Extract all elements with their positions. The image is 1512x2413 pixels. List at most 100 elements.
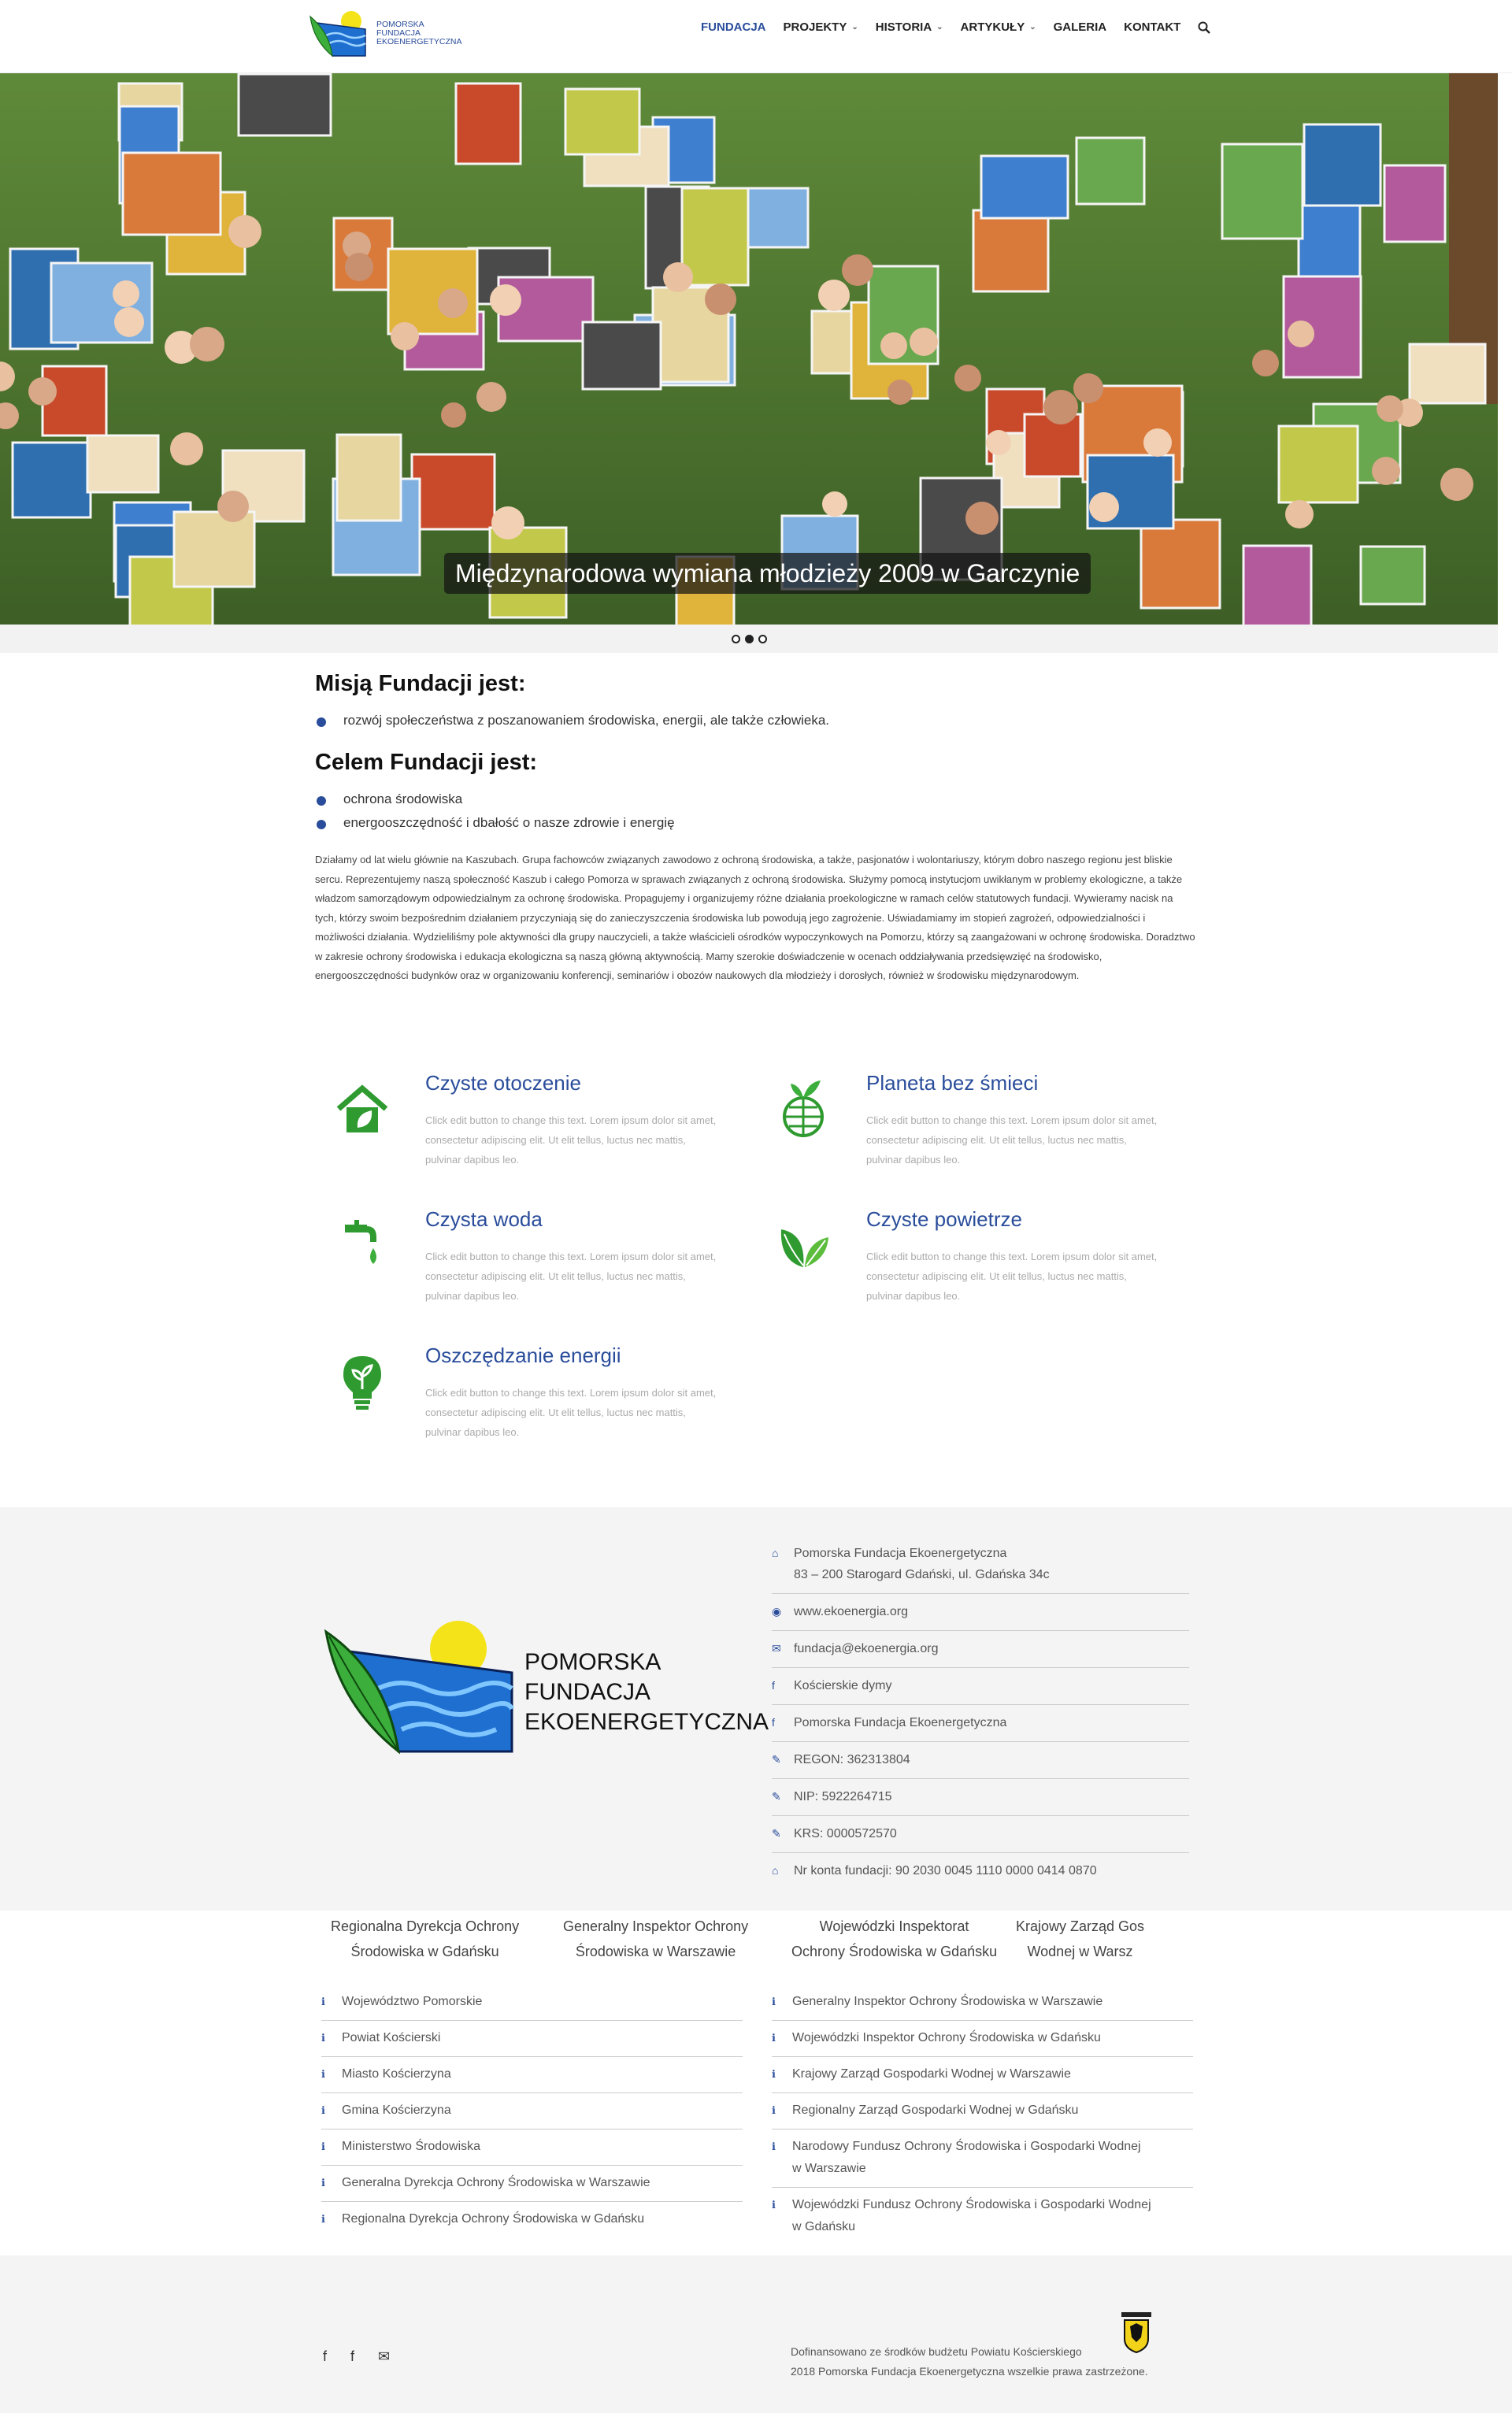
site-header: Pomorska Fundacja Ekoenergetyczna FUNDAC… xyxy=(0,0,1512,73)
contact-row: ⌂ Nr konta fundacji: 90 2030 0045 1110 00… xyxy=(772,1853,1189,1889)
contact-row: ✎ REGON: 362313804 xyxy=(772,1742,1189,1779)
envelope-icon: ✉ xyxy=(772,1642,781,1655)
edit-icon: ✎ xyxy=(772,1790,781,1803)
link-text: Gmina Kościerzyna xyxy=(342,2103,451,2117)
link-item[interactable]: ℹ Regionalny Zarząd Gospodarki Wodnej w G… xyxy=(772,2093,1193,2129)
edit-icon: ✎ xyxy=(772,1827,781,1840)
partner-logo-4[interactable]: Krajowy Zarząd Gos Wodnej w Warsz xyxy=(1016,1914,1144,1961)
info-icon: ℹ xyxy=(772,1996,776,2007)
contact-row[interactable]: f Kościerskie dymy xyxy=(772,1668,1189,1705)
site-logo[interactable]: Pomorska Fundacja Ekoenergetyczna xyxy=(309,5,463,61)
nav-item-kontakt[interactable]: KONTAKT xyxy=(1124,20,1180,34)
partner-logo-3[interactable]: Wojewódzki Inspektorat Ochrony Środowiska… xyxy=(791,1914,997,1961)
edit-icon: ✎ xyxy=(772,1753,781,1766)
link-text: Ministerstwo Środowiska xyxy=(342,2140,481,2153)
eco-house-icon xyxy=(331,1077,394,1140)
nav-item-historia[interactable]: HISTORIA ⌄ xyxy=(876,20,943,34)
info-icon: ℹ xyxy=(321,2177,325,2189)
partner-name-line-1: Regionalna Dyrekcja Ochrony xyxy=(331,1918,520,1934)
copyright-note: 2018 Pomorska Fundacja Ekoenergetyczna w… xyxy=(791,2365,1148,2378)
globe-icon: ◉ xyxy=(772,1605,782,1618)
envelope-icon[interactable]: ✉ xyxy=(378,2348,390,2365)
contact-text: Pomorska Fundacja Ekoenergetyczna 83 – 2… xyxy=(794,1547,1050,1581)
link-item[interactable]: ℹ Krajowy Zarząd Gospodarki Wodnej w Wars… xyxy=(772,2057,1193,2093)
link-item[interactable]: ℹ Regionalna Dyrekcja Ochrony Środowiska … xyxy=(321,2202,743,2237)
partner-name-line-2: Środowiska w Warszawie xyxy=(575,1944,736,1959)
water-tap-icon xyxy=(331,1214,394,1277)
slider-dot-2[interactable] xyxy=(744,634,754,643)
feature-title[interactable]: Czyste otoczenie xyxy=(425,1071,581,1095)
link-item[interactable]: ℹ Narodowy Fundusz Ochrony Środowiska i G… xyxy=(772,2129,1193,2188)
search-icon[interactable] xyxy=(1198,21,1211,34)
nav-item-artykuły[interactable]: ARTYKUŁY ⌄ xyxy=(961,20,1036,34)
legal-text: Dofinansowano ze środków budżetu Powiatu… xyxy=(791,2342,1148,2381)
nav-item-fundacja[interactable]: FUNDACJA xyxy=(701,20,766,34)
logo-line-3: Ekoenergetyczna xyxy=(376,36,462,46)
facebook-icon[interactable]: f xyxy=(350,2348,354,2365)
facebook-icon[interactable]: f xyxy=(323,2348,327,2365)
link-item[interactable]: ℹ Wojewódzki Fundusz Ochrony Środowiska i… xyxy=(772,2188,1193,2245)
nav-item-label: FUNDACJA xyxy=(701,20,766,34)
footer-logo: Pomorska Fundacja Ekoenergetyczna xyxy=(323,1610,769,1759)
home-icon: ⌂ xyxy=(772,1547,779,1559)
about-paragraph: Działamy od lat wielu głównie na Kaszuba… xyxy=(315,854,1195,981)
link-item[interactable]: ℹ Województwo Pomorskie xyxy=(321,1985,743,2021)
contact-text: KRS: 0000572570 xyxy=(794,1827,897,1840)
link-text: Miasto Kościerzyna xyxy=(342,2067,451,2081)
slider-dot-3[interactable] xyxy=(758,634,767,643)
contact-row[interactable]: f Pomorska Fundacja Ekoenergetyczna xyxy=(772,1705,1189,1742)
link-item[interactable]: ℹ Generalna Dyrekcja Ochrony Środowiska w… xyxy=(321,2166,743,2202)
contact-text: Kościerskie dymy xyxy=(794,1679,892,1692)
facebook-icon: f xyxy=(772,1716,775,1729)
link-item[interactable]: ℹ Wojewódzki Inspektor Ochrony Środowiska… xyxy=(772,2021,1193,2057)
footer-logo-line-1: Pomorska xyxy=(524,1649,662,1675)
link-text: Wojewódzki Fundusz Ochrony Środowiska i … xyxy=(792,2198,1151,2233)
info-icon: ℹ xyxy=(772,2068,776,2080)
link-text: Generalna Dyrekcja Ochrony Środowiska w … xyxy=(342,2176,650,2189)
link-text: Wojewódzki Inspektor Ochrony Środowiska … xyxy=(792,2031,1101,2044)
goals-list: ochrona środowiska energooszczędność i db… xyxy=(315,788,1197,835)
info-icon: ℹ xyxy=(321,2068,325,2080)
link-item[interactable]: ℹ Miasto Kościerzyna xyxy=(321,2057,743,2093)
contact-text: REGON: 362313804 xyxy=(794,1753,910,1766)
contact-row: ⌂ Pomorska Fundacja Ekoenergetyczna 83 – … xyxy=(772,1536,1189,1594)
chevron-down-icon: ⌄ xyxy=(851,23,858,32)
hero-photo xyxy=(0,73,1498,625)
nav-item-label: KONTAKT xyxy=(1124,20,1181,34)
county-crest-icon xyxy=(1121,2312,1151,2353)
info-icon: ℹ xyxy=(772,2141,776,2152)
links-left-column: ℹ Województwo Pomorskie ℹ Powiat Kościerski… xyxy=(321,1985,743,2237)
link-item[interactable]: ℹ Generalny Inspektor Ochrony Środowiska … xyxy=(772,1985,1193,2021)
partners-carousel[interactable]: Regionalna Dyrekcja Ochrony Środowiska w … xyxy=(315,1911,1197,1961)
partner-name-line-2: Wodnej w Warsz xyxy=(1027,1944,1133,1959)
contact-row: ✎ KRS: 0000572570 xyxy=(772,1816,1189,1853)
nav-item-projekty[interactable]: PROJEKTY ⌄ xyxy=(784,20,858,34)
contact-row[interactable]: ✉ fundacja@ekoenergia.org xyxy=(772,1631,1189,1668)
list-item: rozwój społeczeństwa z poszanowaniem śro… xyxy=(315,709,1197,732)
foundation-logo-icon xyxy=(309,11,366,57)
feature-title[interactable]: Oszczędzanie energii xyxy=(425,1344,621,1368)
contact-text: NIP: 5922264715 xyxy=(794,1790,892,1803)
hero-slider[interactable]: Międzynarodowa wymiana młodzieży 2009 w … xyxy=(0,73,1498,625)
feature-title[interactable]: Czysta woda xyxy=(425,1207,543,1232)
info-icon: ℹ xyxy=(772,2199,776,2211)
feature-title[interactable]: Czyste powietrze xyxy=(866,1207,1022,1232)
slider-dot-1[interactable] xyxy=(731,634,740,643)
link-text: Generalny Inspektor Ochrony Środowiska w… xyxy=(792,1995,1103,2008)
link-item[interactable]: ℹ Powiat Kościerski xyxy=(321,2021,743,2057)
info-icon: ℹ xyxy=(321,2213,325,2225)
link-item[interactable]: ℹ Gmina Kościerzyna xyxy=(321,2093,743,2129)
feature-text: Click edit button to change this text. L… xyxy=(425,1114,717,1166)
link-item[interactable]: ℹ Ministerstwo Środowiska xyxy=(321,2129,743,2166)
contact-row: ✎ NIP: 5922264715 xyxy=(772,1779,1189,1816)
nav-item-galeria[interactable]: GALERIA xyxy=(1054,20,1107,34)
feature-title[interactable]: Planeta bez śmieci xyxy=(866,1071,1038,1095)
partner-logo-1[interactable]: Regionalna Dyrekcja Ochrony Środowiska w … xyxy=(331,1914,519,1961)
nav-item-label: PROJEKTY xyxy=(783,20,847,34)
info-icon: ℹ xyxy=(321,2104,325,2116)
contact-row[interactable]: ◉ www.ekoenergia.org xyxy=(772,1594,1189,1631)
partner-logo-2[interactable]: Generalny Inspektor Ochrony Środowiska w … xyxy=(563,1914,748,1961)
footer-logo-line-3: Ekoenergetyczna xyxy=(524,1709,769,1735)
contact-text: Nr konta fundacji: 90 2030 0045 1110 000… xyxy=(794,1864,1097,1877)
info-icon: ℹ xyxy=(772,2032,776,2044)
